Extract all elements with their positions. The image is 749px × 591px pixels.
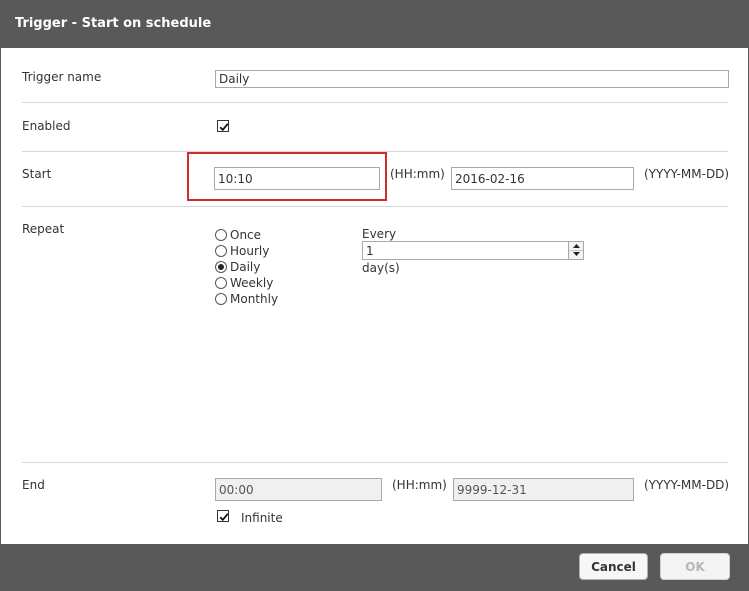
start-date-hint: (YYYY-MM-DD): [644, 167, 730, 181]
infinite-checkbox[interactable]: [217, 510, 229, 522]
repeat-option-hourly[interactable]: Hourly: [215, 243, 269, 259]
start-date-value: 2016-02-16: [455, 171, 525, 186]
triangle-up-icon: [572, 244, 580, 248]
every-label: Every: [362, 227, 397, 241]
start-time-hint: (HH:mm): [390, 167, 445, 181]
repeat-option-label: Monthly: [230, 292, 279, 306]
trigger-name-input[interactable]: Daily: [215, 70, 729, 88]
start-time-input[interactable]: 10:10: [214, 167, 380, 190]
enabled-label: Enabled: [22, 119, 71, 133]
trigger-name-value: Daily: [219, 72, 250, 86]
start-date-input[interactable]: 2016-02-16: [451, 167, 634, 190]
interval-unit-label: day(s): [362, 261, 400, 275]
enabled-checkbox[interactable]: [217, 120, 229, 132]
repeat-option-label: Hourly: [230, 244, 270, 258]
radio-icon: [215, 245, 227, 257]
end-time-hint: (HH:mm): [392, 478, 447, 492]
stepper-buttons: [568, 242, 583, 259]
checkmark-icon: [219, 513, 229, 522]
repeat-option-daily[interactable]: Daily: [215, 259, 260, 275]
repeat-interval-value: 1: [366, 244, 374, 258]
repeat-option-label: Weekly: [230, 276, 274, 290]
radio-icon: [215, 293, 227, 305]
repeat-interval-stepper[interactable]: 1: [362, 241, 584, 260]
start-time-value: 10:10: [218, 171, 253, 186]
repeat-option-label: Once: [230, 228, 262, 242]
radio-icon: [215, 277, 227, 289]
repeat-option-label: Daily: [230, 260, 261, 274]
repeat-option-weekly[interactable]: Weekly: [215, 275, 273, 291]
end-time-input[interactable]: 00:00: [215, 478, 382, 501]
separator: [22, 102, 728, 103]
separator: [22, 206, 728, 207]
infinite-label: Infinite: [241, 511, 283, 525]
dialog-title: Trigger - Start on schedule: [15, 16, 212, 31]
repeat-label: Repeat: [22, 222, 65, 236]
separator: [22, 462, 728, 463]
cancel-button[interactable]: Cancel: [579, 553, 648, 580]
dialog-titlebar: Trigger - Start on schedule: [1, 1, 748, 48]
radio-selected-icon: [215, 261, 227, 273]
ok-button[interactable]: OK: [660, 553, 730, 580]
end-date-input[interactable]: 9999-12-31: [453, 478, 634, 501]
stepper-down-button[interactable]: [569, 250, 583, 258]
end-date-hint: (YYYY-MM-DD): [644, 478, 730, 492]
trigger-name-label: Trigger name: [22, 70, 102, 84]
end-time-value: 00:00: [219, 482, 254, 497]
end-date-value: 9999-12-31: [457, 482, 527, 497]
repeat-option-once[interactable]: Once: [215, 227, 261, 243]
triangle-down-icon: [572, 252, 580, 256]
checkmark-icon: [219, 123, 229, 132]
radio-icon: [215, 229, 227, 241]
end-label: End: [22, 478, 45, 492]
start-label: Start: [22, 167, 52, 181]
repeat-option-monthly[interactable]: Monthly: [215, 291, 278, 307]
trigger-dialog: Trigger - Start on schedule Trigger name…: [0, 0, 749, 591]
